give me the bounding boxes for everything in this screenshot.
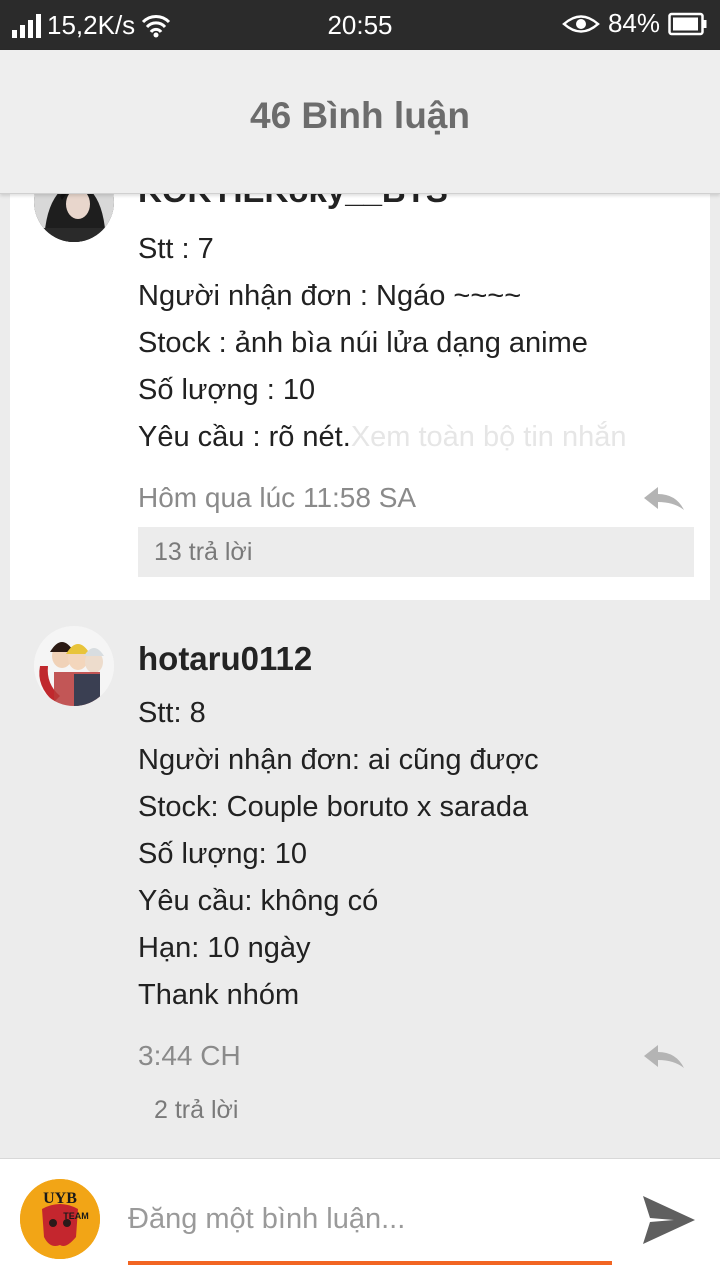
comment-line: Thank nhóm — [138, 979, 300, 1011]
comments-header: 46 Bình luận — [0, 50, 720, 194]
page-title: 46 Bình luận — [250, 95, 470, 136]
send-icon[interactable] — [640, 1191, 698, 1249]
avatar[interactable] — [34, 626, 114, 706]
eye-icon — [562, 14, 600, 33]
comment-line: Stt: 8 — [138, 697, 206, 729]
comment-line: Yêu cầu : rõ nét. — [138, 421, 351, 453]
comment-line: Số lượng: 10 — [138, 838, 308, 870]
comments-list[interactable]: KOKYIEKoky__BTS Stt : 7 Người nhận đơn :… — [0, 194, 720, 1158]
reply-icon[interactable] — [642, 484, 686, 514]
comment-line: Yêu cầu: không có — [138, 885, 379, 917]
user-avatar[interactable]: UYB TEAM — [20, 1179, 100, 1259]
comment-line: Người nhận đơn : Ngáo ~~~~ — [138, 280, 522, 312]
comment-line: Stt : 7 — [138, 233, 214, 265]
comment-line: Stock: Couple boruto x sarada — [138, 791, 529, 823]
avatar-image — [34, 626, 114, 706]
team-logo-text: UYB — [43, 1190, 77, 1207]
comment-body: Stt: 8 Người nhận đơn: ai cũng được Stoc… — [138, 690, 698, 1019]
comment-username[interactable]: hotaru0112 — [138, 640, 312, 678]
status-bar: 15,2K/s 20:55 84% — [0, 0, 720, 50]
comment-username[interactable]: KOKYIEKoky__BTS — [138, 194, 448, 210]
replies-button[interactable]: 13 trả lời — [138, 527, 694, 577]
comment-line: Stock : ảnh bìa núi lửa dạng anime — [138, 327, 588, 359]
comment-line: Hạn: 10 ngày — [138, 932, 311, 964]
team-logo-subtext: TEAM — [63, 1211, 89, 1221]
comment-line: Số lượng : 10 — [138, 374, 316, 406]
comment-body: Stt : 7 Người nhận đơn : Ngáo ~~~~ Stock… — [138, 226, 698, 461]
comment-timestamp: 3:44 CH — [138, 1040, 241, 1071]
see-more-link[interactable]: Xem toàn bộ tin nhắn — [351, 421, 627, 453]
replies-button[interactable]: 2 trả lời — [138, 1085, 694, 1135]
comment-timestamp: Hôm qua lúc 11:58 SA — [138, 482, 417, 513]
reply-icon[interactable] — [642, 1042, 686, 1072]
comment-input-bar: UYB TEAM — [0, 1158, 720, 1280]
team-logo: UYB TEAM — [20, 1179, 100, 1259]
battery-percent: 84% — [607, 8, 660, 38]
battery-icon — [668, 12, 707, 35]
comment-line-last: Yêu cầu : rõ nét.Xem toàn bộ tin nhắn — [138, 414, 698, 461]
comment-line: Người nhận đơn: ai cũng được — [138, 744, 539, 776]
comment-input[interactable] — [128, 1191, 612, 1265]
